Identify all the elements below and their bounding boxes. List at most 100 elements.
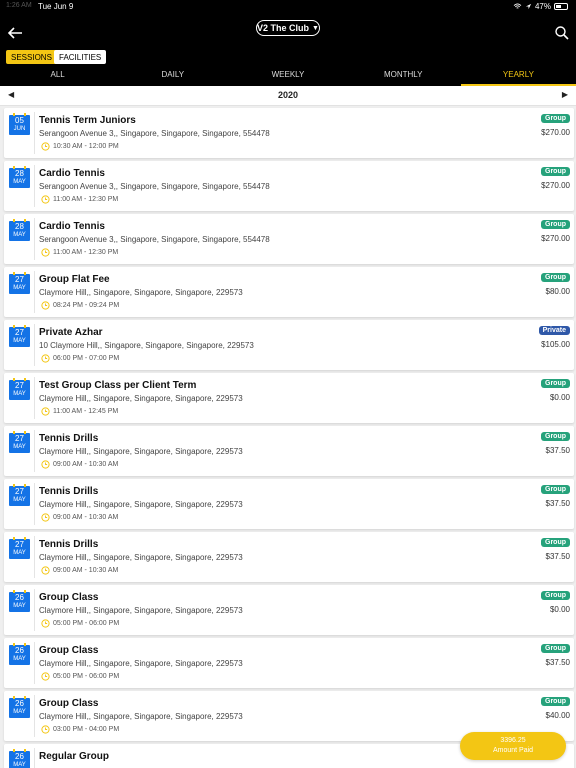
session-type-badge: Group [541, 485, 570, 494]
year-navigator: ◀ 2020 ▶ [0, 86, 576, 106]
tab-daily[interactable]: DAILY [115, 68, 230, 86]
session-address: Claymore Hill,, Singapore, Singapore, Si… [39, 712, 243, 721]
clock-icon [41, 725, 50, 734]
calendar-icon: 26 MAY [9, 749, 30, 768]
clock-icon [41, 301, 50, 310]
session-time-row: 10:30 AM - 12:00 PM [41, 142, 119, 151]
clock-icon [41, 672, 50, 681]
session-title: Group Class [39, 698, 99, 709]
session-day: 26 [15, 646, 24, 655]
amount-paid-button[interactable]: 3396.25 Amount Paid [460, 732, 566, 760]
session-day: 26 [15, 593, 24, 602]
session-time-row: 03:00 PM - 04:00 PM [41, 725, 119, 734]
session-day: 26 [15, 752, 24, 761]
session-card[interactable]: 26 MAY Group Class Claymore Hill,, Singa… [4, 638, 574, 688]
tab-monthly[interactable]: MONTHLY [346, 68, 461, 86]
tab-all[interactable]: ALL [0, 68, 115, 86]
caret-down-icon: ▼ [312, 24, 319, 32]
session-time: 05:00 PM - 06:00 PM [53, 620, 120, 627]
session-card[interactable]: 27 MAY Tennis Drills Claymore Hill,, Sin… [4, 426, 574, 476]
session-time-row: 05:00 PM - 06:00 PM [41, 619, 119, 628]
clock-icon [41, 248, 50, 257]
divider [34, 642, 35, 684]
session-month: MAY [13, 709, 26, 715]
session-day: 27 [15, 540, 24, 549]
calendar-icon: 27 MAY [9, 484, 30, 506]
session-price: $270.00 [541, 128, 570, 137]
session-card[interactable]: 28 MAY Cardio Tennis Serangoon Avenue 3,… [4, 161, 574, 211]
session-month: MAY [13, 391, 26, 397]
session-month: JUN [13, 126, 26, 132]
session-address: 10 Claymore Hill,, Singapore, Singapore,… [39, 341, 254, 350]
divider [34, 695, 35, 737]
tab-yearly[interactable]: YEARLY [460, 68, 576, 86]
session-card[interactable]: 28 MAY Cardio Tennis Serangoon Avenue 3,… [4, 214, 574, 264]
session-time: 09:00 AM - 10:30 AM [53, 514, 119, 521]
session-type-badge: Group [541, 273, 570, 282]
clock-icon [41, 195, 50, 204]
divider [34, 377, 35, 419]
session-price: $0.00 [549, 393, 570, 402]
session-month: MAY [13, 603, 26, 609]
calendar-icon: 27 MAY [9, 537, 30, 559]
calendar-icon: 28 MAY [9, 219, 30, 241]
calendar-icon: 26 MAY [9, 643, 30, 665]
session-address: Claymore Hill,, Singapore, Singapore, Si… [39, 553, 243, 562]
club-selector[interactable]: V2 The Club ▼ [256, 20, 320, 36]
session-time-row: 09:00 AM - 10:30 AM [41, 566, 118, 575]
session-type-badge: Group [541, 538, 570, 547]
session-time: 08:24 PM - 09:24 PM [53, 302, 120, 309]
divider [34, 748, 35, 768]
session-time: 10:30 AM - 12:00 PM [53, 143, 119, 150]
facilities-filter-button[interactable]: FACILITIES [54, 50, 107, 64]
session-card[interactable]: 27 MAY Tennis Drills Claymore Hill,, Sin… [4, 532, 574, 582]
session-address: Claymore Hill,, Singapore, Singapore, Si… [39, 500, 243, 509]
clock-icon [41, 566, 50, 575]
session-day: 28 [15, 222, 24, 231]
session-type-badge: Group [541, 591, 570, 600]
session-address: Claymore Hill,, Singapore, Singapore, Si… [39, 606, 243, 615]
session-title: Private Azhar [39, 327, 103, 338]
session-time: 06:00 PM - 07:00 PM [53, 355, 120, 362]
battery-icon [554, 3, 568, 10]
session-price: $37.50 [545, 499, 570, 508]
session-card[interactable]: 26 MAY Group Class Claymore Hill,, Singa… [4, 585, 574, 635]
divider [34, 483, 35, 525]
session-card[interactable]: 05 JUN Tennis Term Juniors Serangoon Ave… [4, 108, 574, 158]
session-card[interactable]: 27 MAY Test Group Class per Client Term … [4, 373, 574, 423]
divider [34, 112, 35, 154]
wifi-icon [513, 3, 522, 9]
session-month: MAY [13, 550, 26, 556]
session-time-row: 08:24 PM - 09:24 PM [41, 301, 119, 310]
session-price: $40.00 [545, 711, 570, 720]
clock-icon [41, 407, 50, 416]
session-day: 28 [15, 169, 24, 178]
session-card[interactable]: 27 MAY Tennis Drills Claymore Hill,, Sin… [4, 479, 574, 529]
session-day: 27 [15, 434, 24, 443]
search-icon[interactable] [554, 25, 570, 41]
session-day: 27 [15, 275, 24, 284]
back-arrow-icon[interactable] [6, 24, 24, 42]
status-right: 47% [513, 2, 568, 11]
session-day: 26 [15, 699, 24, 708]
clock-icon [41, 354, 50, 363]
calendar-icon: 27 MAY [9, 325, 30, 347]
session-day: 27 [15, 487, 24, 496]
session-title: Regular Group [39, 751, 110, 762]
tab-weekly[interactable]: WEEKLY [230, 68, 345, 86]
session-time: 11:00 AM - 12:45 PM [53, 408, 119, 415]
sessions-filter-button[interactable]: SESSIONS [6, 50, 57, 64]
session-price: $0.00 [549, 605, 570, 614]
clock-icon [41, 142, 50, 151]
divider [34, 589, 35, 631]
session-type-badge: Group [541, 379, 570, 388]
session-card[interactable]: 27 MAY Group Flat Fee Claymore Hill,, Si… [4, 267, 574, 317]
session-card[interactable]: 27 MAY Private Azhar 10 Claymore Hill,, … [4, 320, 574, 370]
session-month: MAY [13, 762, 26, 768]
calendar-icon: 26 MAY [9, 696, 30, 718]
calendar-icon: 27 MAY [9, 272, 30, 294]
next-year-icon[interactable]: ▶ [562, 90, 568, 99]
divider [34, 430, 35, 472]
session-address: Serangoon Avenue 3,, Singapore, Singapor… [39, 129, 270, 138]
session-time-row: 11:00 AM - 12:45 PM [41, 407, 118, 416]
